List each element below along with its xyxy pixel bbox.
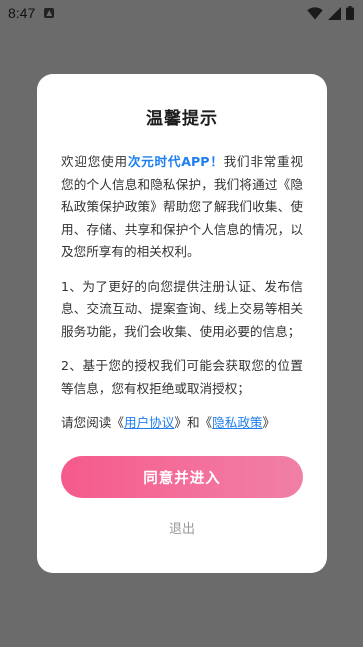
user-agreement-link[interactable]: 用户协议 bbox=[124, 415, 174, 430]
intro-paragraph: 欢迎您使用次元时代APP！我们非常重视您的个人信息和隐私保护，我们将通过《隐私政… bbox=[61, 151, 303, 264]
exit-button[interactable]: 退出 bbox=[37, 518, 327, 537]
status-time: 8:47 bbox=[8, 5, 36, 21]
dialog-body: 欢迎您使用次元时代APP！我们非常重视您的个人信息和隐私保护，我们将通过《隐私政… bbox=[61, 151, 303, 435]
read-middle: 》和《 bbox=[174, 415, 213, 430]
status-bar: 8:47 bbox=[0, 0, 363, 26]
read-prefix: 请您阅读《 bbox=[61, 415, 124, 430]
agree-and-enter-button[interactable]: 同意并进入 bbox=[61, 456, 303, 498]
status-left: 8:47 bbox=[8, 5, 55, 21]
status-right bbox=[307, 6, 354, 20]
privacy-policy-link[interactable]: 隐私政策 bbox=[212, 415, 262, 430]
signal-icon bbox=[328, 6, 341, 20]
notification-icon bbox=[44, 8, 55, 18]
intro-prefix: 欢迎您使用 bbox=[61, 154, 128, 169]
point-one-paragraph: 1、为了更好的向您提供注册认证、发布信息、交流互动、提案查询、线上交易等相关服务… bbox=[61, 278, 303, 339]
read-suffix: 》 bbox=[262, 415, 276, 430]
battery-icon bbox=[346, 6, 354, 20]
point-two-paragraph: 2、基于您的授权我们可能会获取您的位置等信息，您有权拒绝或取消授权； bbox=[61, 358, 303, 396]
dialog-title: 温馨提示 bbox=[146, 109, 218, 129]
brand-name: 次元时代APP！ bbox=[127, 154, 224, 169]
read-agreements-line: 请您阅读《用户协议》和《隐私政策》 bbox=[61, 412, 303, 435]
privacy-dialog: 温馨提示 欢迎您使用次元时代APP！我们非常重视您的个人信息和隐私保护，我们将通… bbox=[37, 74, 327, 573]
wifi-icon bbox=[307, 6, 323, 19]
